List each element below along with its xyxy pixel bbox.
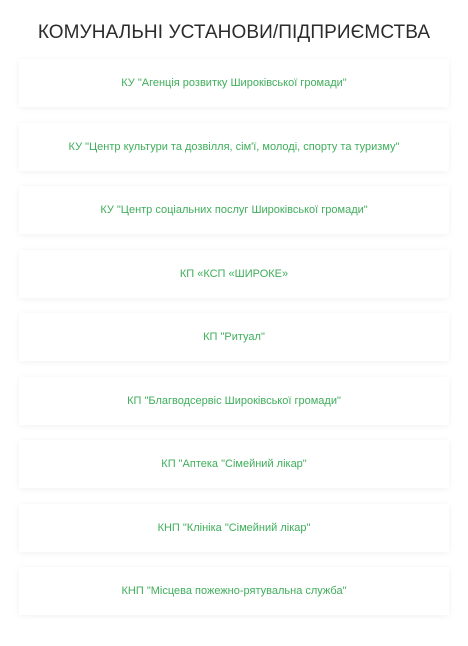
institution-label: КП «КСП «ШИРОКЕ» bbox=[179, 267, 289, 280]
institution-link[interactable]: КП «КСП «ШИРОКЕ» bbox=[19, 249, 449, 298]
institution-label: КП "Ритуал" bbox=[203, 331, 265, 343]
institution-link[interactable]: КП "Благводсервіс Широківської громади" bbox=[19, 376, 449, 425]
institution-link[interactable]: КУ "Центр культури та дозвілля, сім'ї, м… bbox=[19, 122, 449, 171]
institution-link[interactable]: КНП "Клініка "Сімейний лікар" bbox=[19, 503, 449, 552]
institutions-list: КУ "Агенція розвитку Широківської громад… bbox=[19, 59, 449, 615]
institution-link[interactable]: КП "Ритуал" bbox=[19, 313, 449, 361]
institution-label: КНП "Місцева пожежно-рятувальна служба" bbox=[121, 585, 347, 597]
institution-label: КУ "Агенція розвитку Широківської громад… bbox=[121, 77, 347, 89]
page-title: КОМУНАЛЬНІ УСТАНОВИ/ПІДПРИЄМСТВА bbox=[37, 22, 431, 43]
institution-label: КУ "Центр культури та дозвілля, сім'ї, м… bbox=[68, 140, 400, 153]
institution-label: КУ "Центр соціальних послуг Широківської… bbox=[100, 204, 368, 216]
institution-label: КП "Аптека "Сімейний лікар" bbox=[161, 458, 307, 470]
institution-link[interactable]: КУ "Агенція розвитку Широківської громад… bbox=[19, 59, 449, 107]
institution-link[interactable]: КУ "Центр соціальних послуг Широківської… bbox=[19, 186, 449, 234]
institution-link[interactable]: КНП "Місцева пожежно-рятувальна служба" bbox=[19, 567, 449, 615]
institution-label: КП "Благводсервіс Широківської громади" bbox=[127, 394, 341, 407]
institution-label: КНП "Клініка "Сімейний лікар" bbox=[157, 521, 311, 534]
institution-link[interactable]: КП "Аптека "Сімейний лікар" bbox=[19, 440, 449, 488]
